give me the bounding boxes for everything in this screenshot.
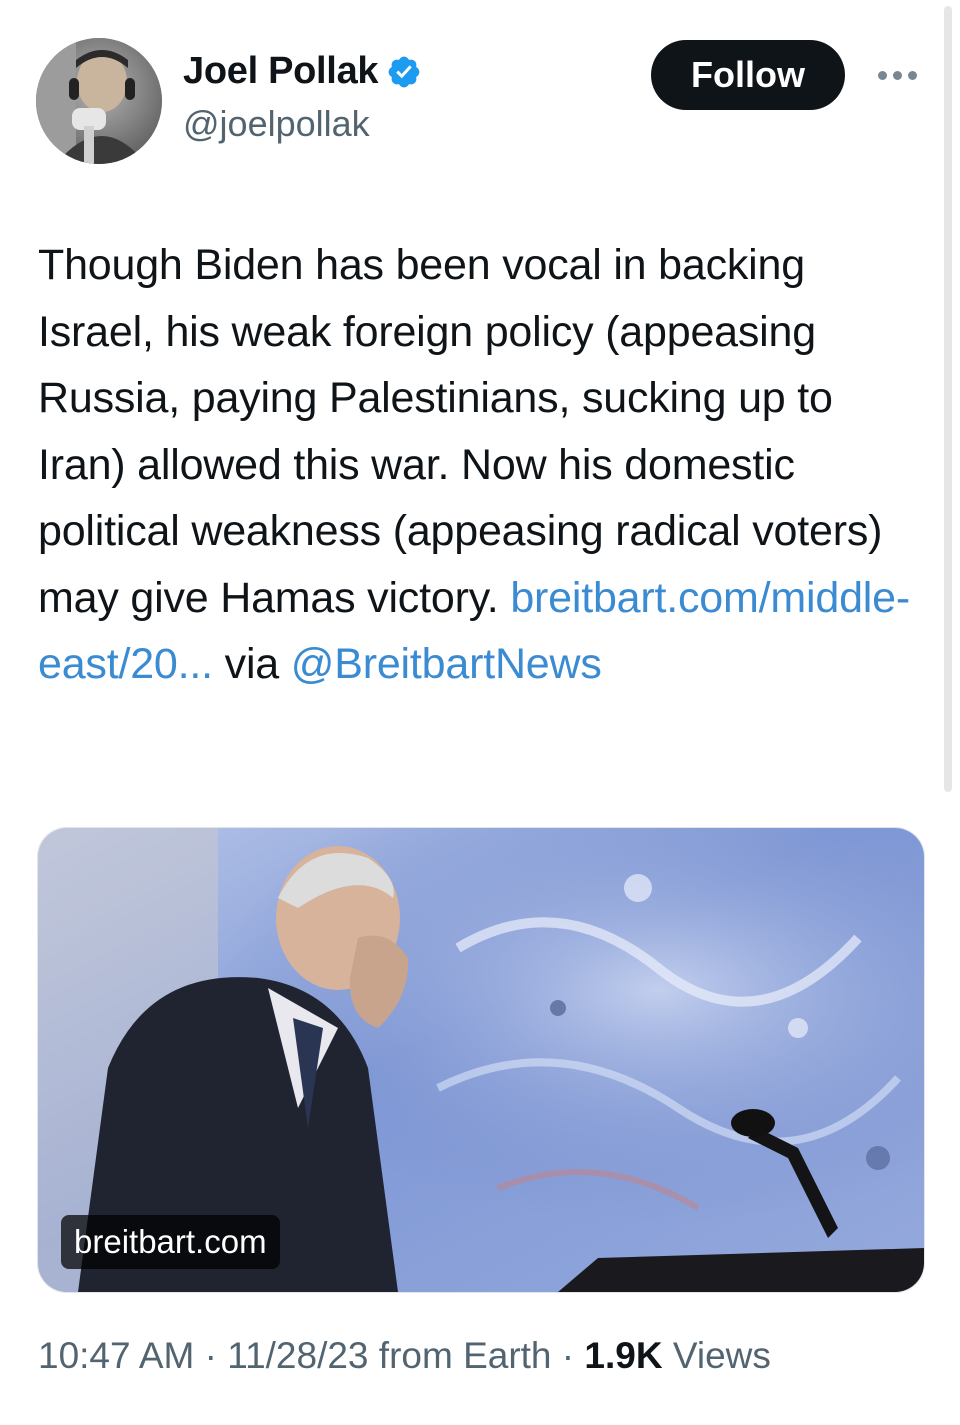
- views-count[interactable]: 1.9K: [584, 1335, 662, 1376]
- author-handle[interactable]: @joelpollak: [183, 103, 370, 145]
- tweet-body: Though Biden has been vocal in backing I…: [38, 241, 883, 622]
- author-display-name[interactable]: Joel Pollak: [183, 50, 422, 93]
- follow-button[interactable]: Follow: [651, 40, 845, 110]
- tweet-date[interactable]: 11/28/23: [227, 1335, 368, 1376]
- link-card-domain-badge[interactable]: breitbart.com: [61, 1215, 280, 1269]
- tweet-time[interactable]: 10:47 AM: [38, 1335, 194, 1376]
- views-label: Views: [672, 1335, 771, 1376]
- scrollbar[interactable]: [944, 6, 952, 792]
- author-name-text: Joel Pollak: [183, 50, 379, 92]
- more-dot: [877, 70, 887, 80]
- tweet-text: Though Biden has been vocal in backing I…: [38, 232, 928, 698]
- avatar[interactable]: [36, 38, 162, 164]
- tweet-meta: 10:47 AM · 11/28/23 from Earth · 1.9K Vi…: [38, 1335, 771, 1377]
- mention-link[interactable]: @BreitbartNews: [291, 640, 602, 688]
- more-dot: [907, 70, 917, 80]
- more-horizontal-icon[interactable]: [868, 58, 926, 92]
- more-dot: [892, 70, 902, 80]
- meta-separator: ·: [204, 1335, 217, 1376]
- via-text: via: [224, 640, 280, 688]
- verified-badge-icon[interactable]: [386, 54, 422, 90]
- tweet-source: from Earth: [378, 1335, 552, 1376]
- meta-separator: ·: [561, 1335, 575, 1376]
